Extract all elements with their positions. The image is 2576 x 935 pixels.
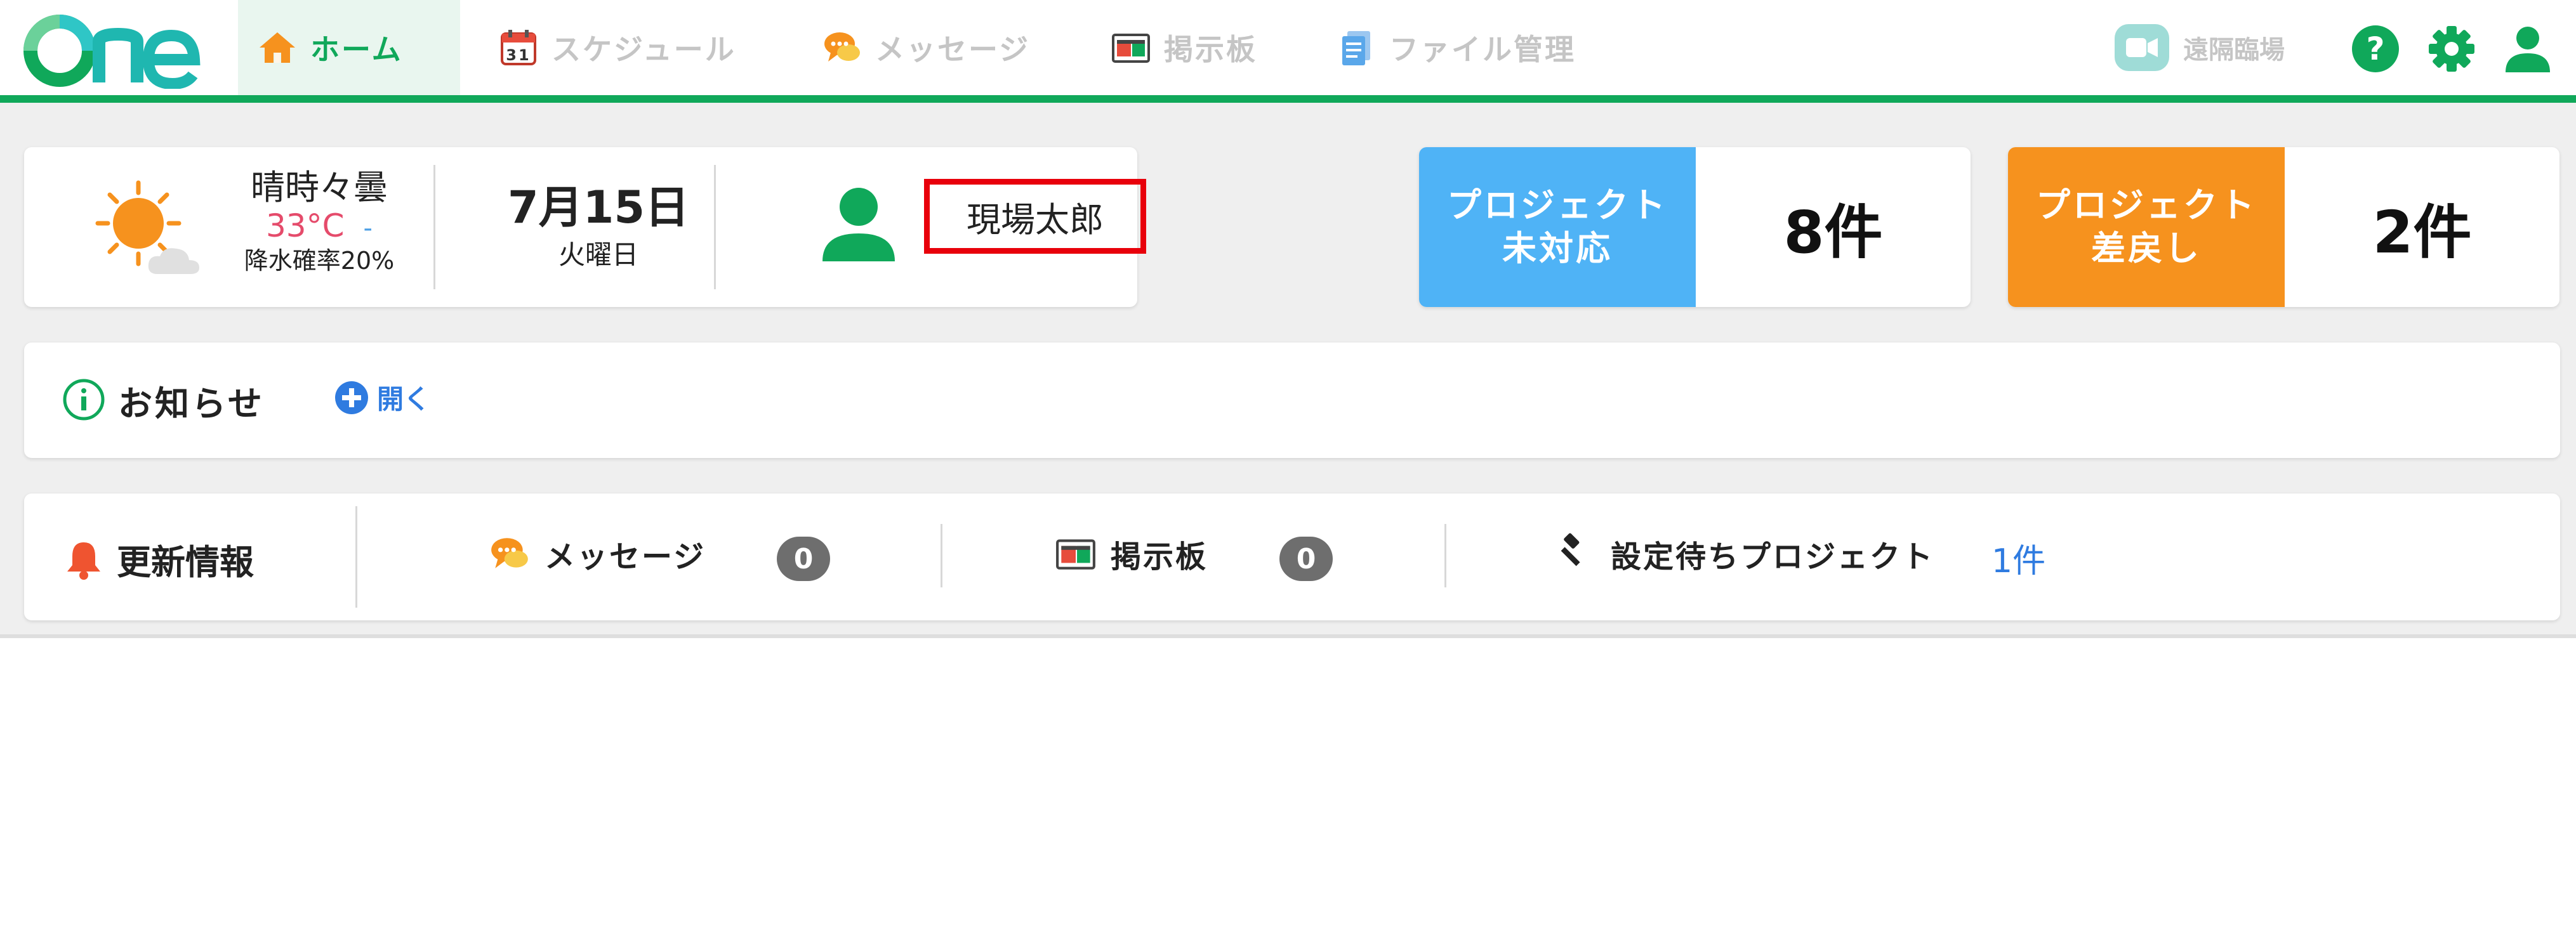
updates-card: 更新情報 メッセージ 0 掲示板 0 設定待ちプロジェクト 1件	[24, 494, 2560, 620]
stat-label-unhandled: プロジェクト 未対応	[1419, 147, 1696, 307]
user-avatar-icon	[817, 185, 900, 261]
updates-divider-2	[941, 524, 942, 587]
help-button[interactable]: ?	[2351, 24, 2400, 74]
nav-messages[interactable]: メッセージ	[803, 0, 1057, 95]
updates-divider-3	[1444, 524, 1446, 587]
files-icon	[1336, 27, 1377, 68]
notice-open-button[interactable]: 開く	[334, 378, 430, 417]
info-icon	[62, 378, 105, 421]
update-bulletin-board[interactable]: 掲示板	[1055, 532, 1208, 576]
app-logo[interactable]	[23, 13, 207, 90]
pending-count-link[interactable]: 1件	[1991, 534, 2045, 582]
user-name: 現場太郎	[924, 179, 1146, 254]
date-block: 7月15日 火曜日	[462, 179, 735, 274]
nav-files-label: ファイル管理	[1389, 32, 1576, 67]
stat-label-returned: プロジェクト 差戻し	[2008, 147, 2285, 307]
update-messages-label: メッセージ	[545, 539, 706, 575]
nav-bulletin-board[interactable]: 掲示板	[1092, 0, 1282, 95]
home-icon	[257, 27, 298, 68]
dashboard-area: 晴時々曇 33°C - 降水確率20% 7月15日 火曜日 現場太郎 プロジェクト…	[0, 103, 2576, 638]
notice-card: お知らせ 開く	[24, 343, 2560, 458]
nav-schedule[interactable]: 31 スケジュール	[479, 0, 758, 95]
user-icon	[2506, 27, 2550, 72]
update-pending-label: 設定待ちプロジェクト	[1611, 539, 1935, 575]
info-divider-2	[714, 165, 716, 289]
bulletin-board-icon	[1111, 27, 1151, 68]
rain-chance: 降水確率20%	[244, 247, 395, 275]
bell-icon	[65, 539, 103, 580]
nav-file-management[interactable]: ファイル管理	[1317, 0, 1609, 95]
temperature: 33°C -	[266, 207, 373, 244]
top-header: ホーム 31 スケジュール メッセージ 掲示板 ファイル管理 遠隔臨場 ?	[0, 0, 2576, 103]
message-count-badge: 0	[777, 537, 830, 581]
update-messages[interactable]: メッセージ	[489, 532, 706, 576]
remote-inspection-label: 遠隔臨場	[2183, 36, 2285, 65]
notice-title: お知らせ	[118, 384, 265, 424]
current-date: 7月15日	[507, 181, 690, 233]
nav-messages-label: メッセージ	[875, 32, 1031, 67]
updates-title: 更新情報	[117, 542, 254, 582]
stat-card-unhandled[interactable]: プロジェクト 未対応 8件	[1419, 147, 1971, 307]
plus-circle-icon	[334, 380, 369, 415]
nav-home-label: ホーム	[310, 32, 403, 67]
update-board-label: 掲示板	[1111, 539, 1208, 575]
bulletin-board-icon	[1055, 533, 1097, 575]
update-pending-projects[interactable]: 設定待ちプロジェクト	[1555, 532, 1934, 576]
nav-bulletin-label: 掲示板	[1164, 32, 1257, 67]
logo-graphic	[23, 15, 201, 90]
updates-divider-1	[355, 506, 357, 608]
sunny-cloudy-icon	[88, 179, 215, 280]
weather-summary: 晴時々曇 33°C - 降水確率20%	[215, 167, 424, 275]
current-weekday: 火曜日	[558, 239, 638, 270]
remote-inspection-button[interactable]: 遠隔臨場	[2113, 0, 2285, 95]
help-icon: ?	[2352, 25, 2399, 72]
nav-home[interactable]: ホーム	[238, 0, 460, 95]
stat-card-returned[interactable]: プロジェクト 差戻し 2件	[2008, 147, 2559, 307]
updates-header: 更新情報	[65, 534, 254, 584]
message-icon	[822, 27, 862, 68]
notice-open-label: 開く	[377, 384, 431, 415]
gavel-icon	[1555, 533, 1597, 575]
stat-value-returned: 2件	[2372, 198, 2472, 266]
weather-condition: 晴時々曇	[251, 167, 388, 207]
board-count-badge: 0	[1279, 537, 1333, 581]
svg-text:31: 31	[506, 46, 531, 64]
settings-icon	[2429, 26, 2474, 72]
message-icon	[489, 533, 531, 575]
svg-text:?: ?	[2366, 30, 2384, 67]
info-divider-1	[433, 165, 435, 289]
account-button[interactable]	[2503, 24, 2553, 74]
nav-schedule-label: スケジュール	[552, 32, 736, 67]
settings-button[interactable]	[2427, 24, 2476, 74]
video-camera-icon	[2113, 23, 2170, 72]
info-card: 晴時々曇 33°C - 降水確率20% 7月15日 火曜日 現場太郎	[24, 147, 1146, 307]
stat-value-unhandled: 8件	[1783, 198, 1883, 266]
temperature-low: -	[363, 214, 373, 243]
calendar-icon: 31	[498, 27, 539, 68]
